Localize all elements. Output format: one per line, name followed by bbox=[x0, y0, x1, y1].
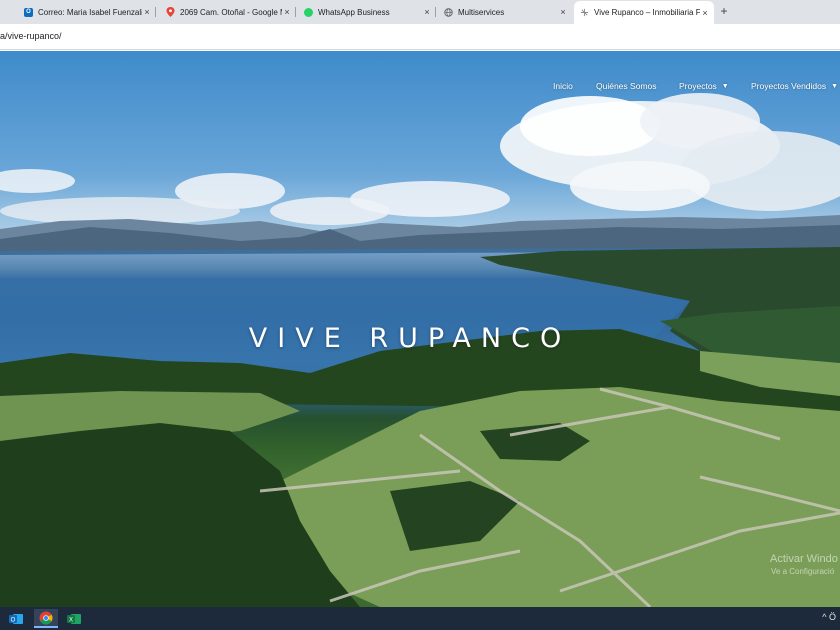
tab-title: Correo: Maria Isabel Fuenzalida bbox=[38, 7, 142, 17]
windows-taskbar: O X ^ Ö bbox=[0, 607, 840, 630]
tab-title: Vive Rupanco – Inmobiliaria Fir bbox=[594, 8, 700, 17]
windows-activation-subtext: Ve a Configuració bbox=[771, 567, 835, 576]
nav-proyectos-vendidos[interactable]: Proyectos Vendidos ▼ bbox=[751, 81, 838, 91]
outlook-icon: O bbox=[24, 7, 33, 17]
svg-text:O: O bbox=[11, 617, 16, 623]
chevron-down-icon: ▼ bbox=[831, 82, 839, 90]
close-icon[interactable]: × bbox=[700, 8, 710, 18]
tab-multiservices[interactable]: Multiservices × bbox=[438, 2, 572, 22]
taskbar-chrome[interactable] bbox=[34, 609, 58, 628]
tab-title: WhatsApp Business bbox=[318, 7, 390, 17]
windows-activation-watermark: Activar Windo bbox=[770, 553, 838, 565]
outlook-icon: O bbox=[9, 613, 23, 624]
maps-pin-icon bbox=[166, 7, 175, 17]
close-icon[interactable]: × bbox=[422, 7, 432, 17]
excel-icon: X bbox=[67, 613, 81, 624]
hero-title: VIVE RUPANCO bbox=[248, 323, 572, 355]
nav-inicio[interactable]: Inicio bbox=[553, 81, 573, 91]
hero-section: Inicio Quiénes Somos Proyectos ▼ Proyecto… bbox=[0, 51, 840, 607]
tab-correo[interactable]: O Correo: Maria Isabel Fuenzalida × bbox=[18, 2, 156, 22]
whatsapp-icon bbox=[304, 7, 313, 17]
address-bar: a/vive-rupanco/ bbox=[0, 24, 840, 50]
site-icon bbox=[580, 8, 589, 17]
browser-tab-strip: O Correo: Maria Isabel Fuenzalida × 2069… bbox=[0, 0, 840, 24]
globe-icon bbox=[444, 7, 453, 17]
new-tab-button[interactable]: + bbox=[717, 4, 731, 18]
taskbar-outlook[interactable]: O bbox=[4, 609, 28, 628]
close-icon[interactable]: × bbox=[282, 7, 292, 17]
system-tray[interactable]: ^ Ö bbox=[822, 612, 836, 622]
tab-vive-rupanco[interactable]: Vive Rupanco – Inmobiliaria Fir × bbox=[574, 1, 714, 24]
close-icon[interactable]: × bbox=[558, 7, 568, 17]
svg-text:X: X bbox=[69, 617, 73, 623]
close-icon[interactable]: × bbox=[142, 7, 152, 17]
url-field[interactable]: a/vive-rupanco/ bbox=[0, 31, 62, 41]
chrome-icon bbox=[39, 611, 53, 624]
nav-proyectos[interactable]: Proyectos ▼ bbox=[679, 81, 729, 91]
taskbar-excel[interactable]: X bbox=[62, 609, 86, 628]
nav-quienes-somos[interactable]: Quiénes Somos bbox=[596, 81, 656, 91]
tab-google-maps[interactable]: 2069 Cam. Otoñal - Google Maps × bbox=[160, 2, 296, 22]
chevron-down-icon: ▼ bbox=[721, 82, 729, 90]
tab-title: 2069 Cam. Otoñal - Google Maps bbox=[180, 7, 282, 17]
tab-title: Multiservices bbox=[458, 7, 505, 17]
main-nav: Inicio Quiénes Somos Proyectos ▼ Proyecto… bbox=[0, 81, 840, 95]
tab-whatsapp-business[interactable]: WhatsApp Business × bbox=[298, 2, 436, 22]
